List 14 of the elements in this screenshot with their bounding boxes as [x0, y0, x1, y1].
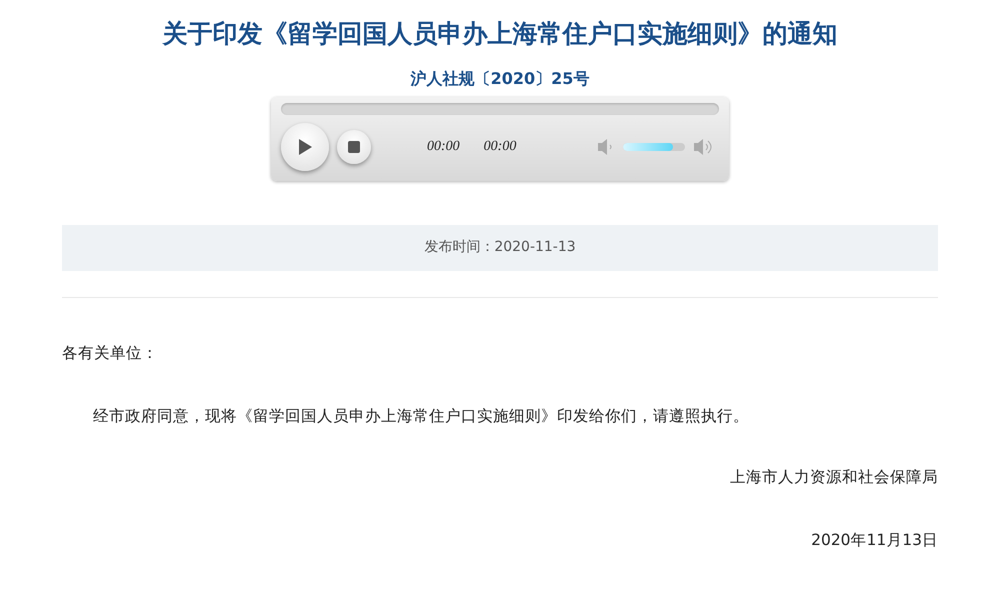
- issuer-name: 上海市人力资源和社会保障局: [729, 467, 938, 488]
- body-paragraph: 经市政府同意，现将《留学回国人员申办上海常住户口实施细则》印发给你们，请遵照执行。: [92, 406, 750, 427]
- play-icon: [297, 138, 313, 156]
- stop-button[interactable]: [337, 130, 371, 164]
- salutation: 各有关单位：: [62, 342, 159, 364]
- current-time: 00:00: [427, 138, 460, 156]
- play-button[interactable]: [281, 122, 329, 170]
- publish-date: 发布时间：2020-11-13: [424, 238, 576, 257]
- stop-icon: [348, 140, 360, 152]
- document-number: 沪人社规〔2020〕25号: [410, 68, 590, 90]
- issue-date: 2020年11月13日: [810, 530, 938, 552]
- volume-slider[interactable]: [623, 142, 685, 150]
- page-title: 关于印发《留学回国人员申办上海常住户口实施细则》的通知: [161, 18, 838, 50]
- duration-time: 00:00: [484, 138, 516, 156]
